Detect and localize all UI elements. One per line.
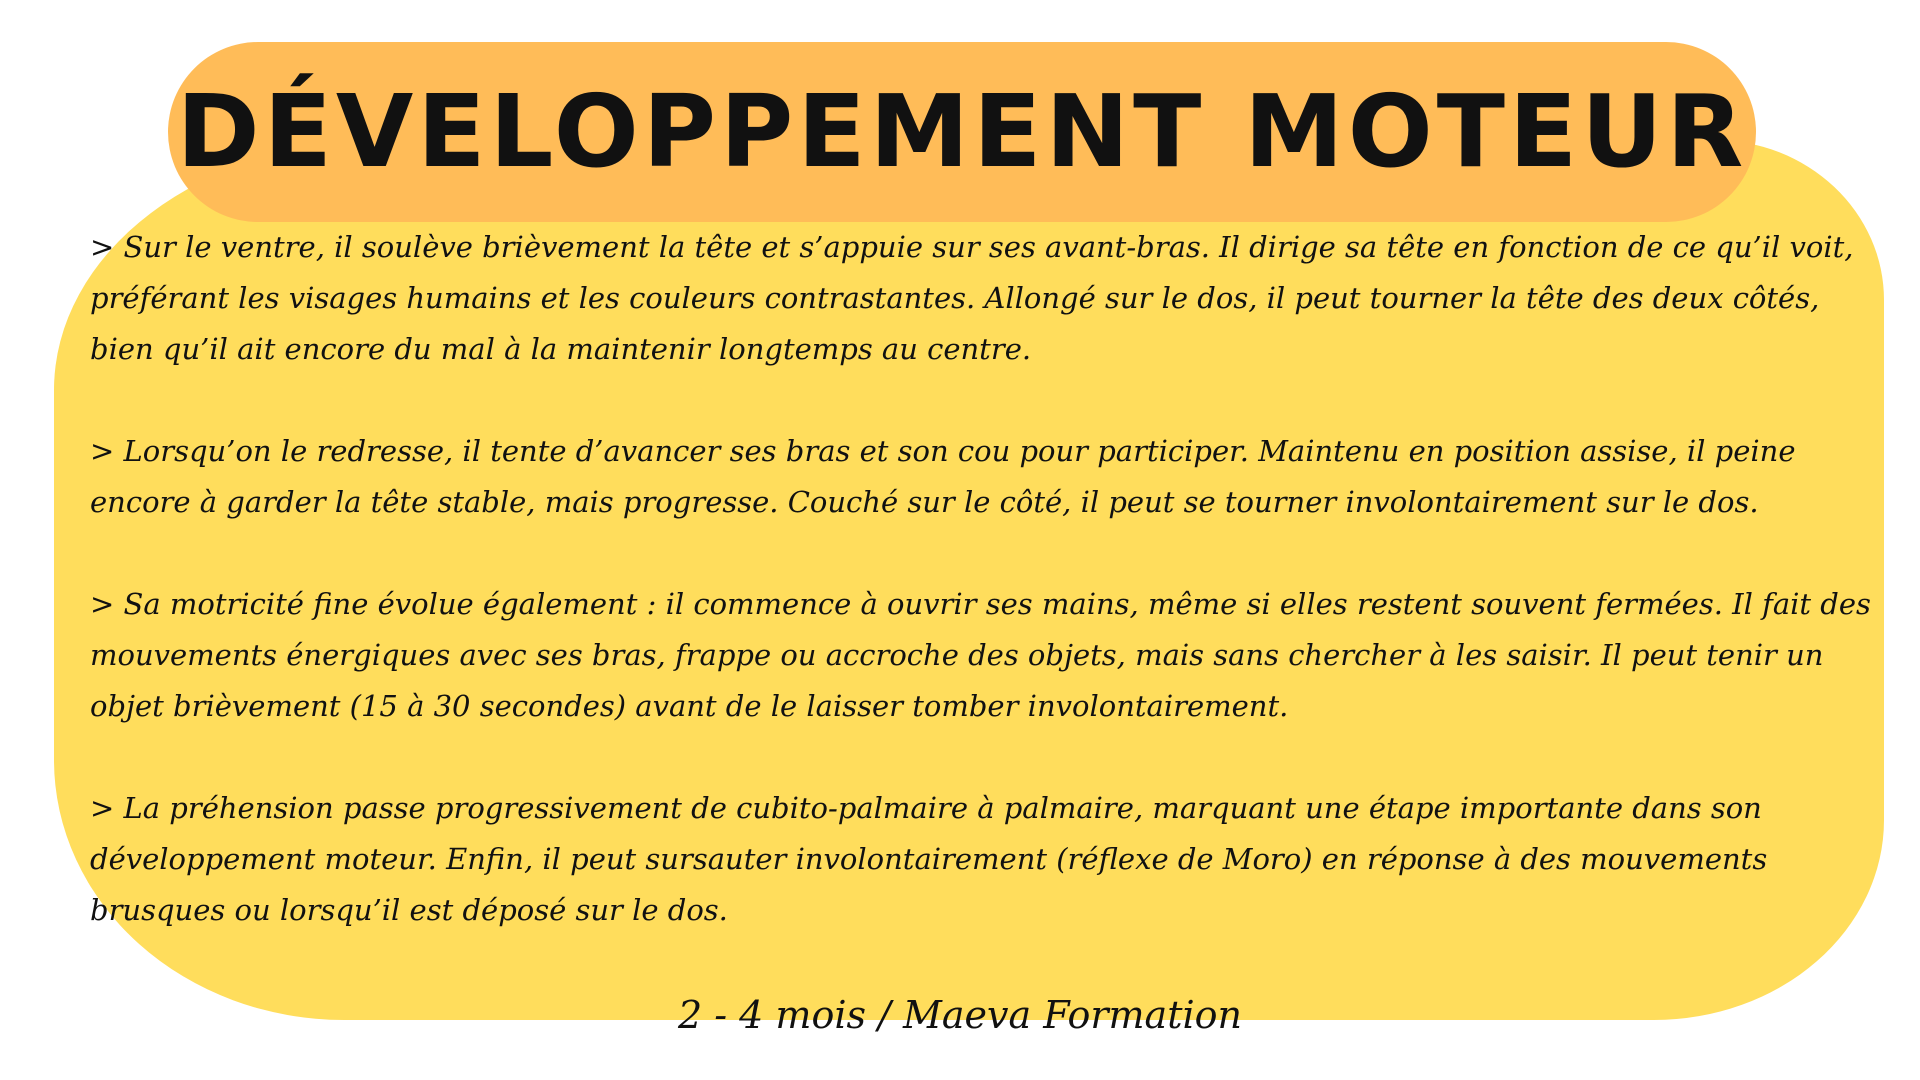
content-body: > Sur le ventre, il soulève brièvement l… — [90, 222, 1880, 936]
paragraph-fine-motor: > Sa motricité fine évolue également : i… — [90, 587, 1871, 723]
paragraph-grasp: > La préhension passe progressivement de… — [90, 791, 1768, 927]
footer-caption: 2 - 4 mois / Maeva Formation — [677, 993, 1242, 1037]
paragraph-upright: > Lorsqu’on le redresse, il tente d’avan… — [90, 434, 1796, 519]
title-banner: DÉVELOPPEMENT MOTEUR — [168, 42, 1756, 222]
paragraph-prone: > Sur le ventre, il soulève brièvement l… — [90, 230, 1854, 366]
page-title: DÉVELOPPEMENT MOTEUR — [176, 73, 1748, 190]
